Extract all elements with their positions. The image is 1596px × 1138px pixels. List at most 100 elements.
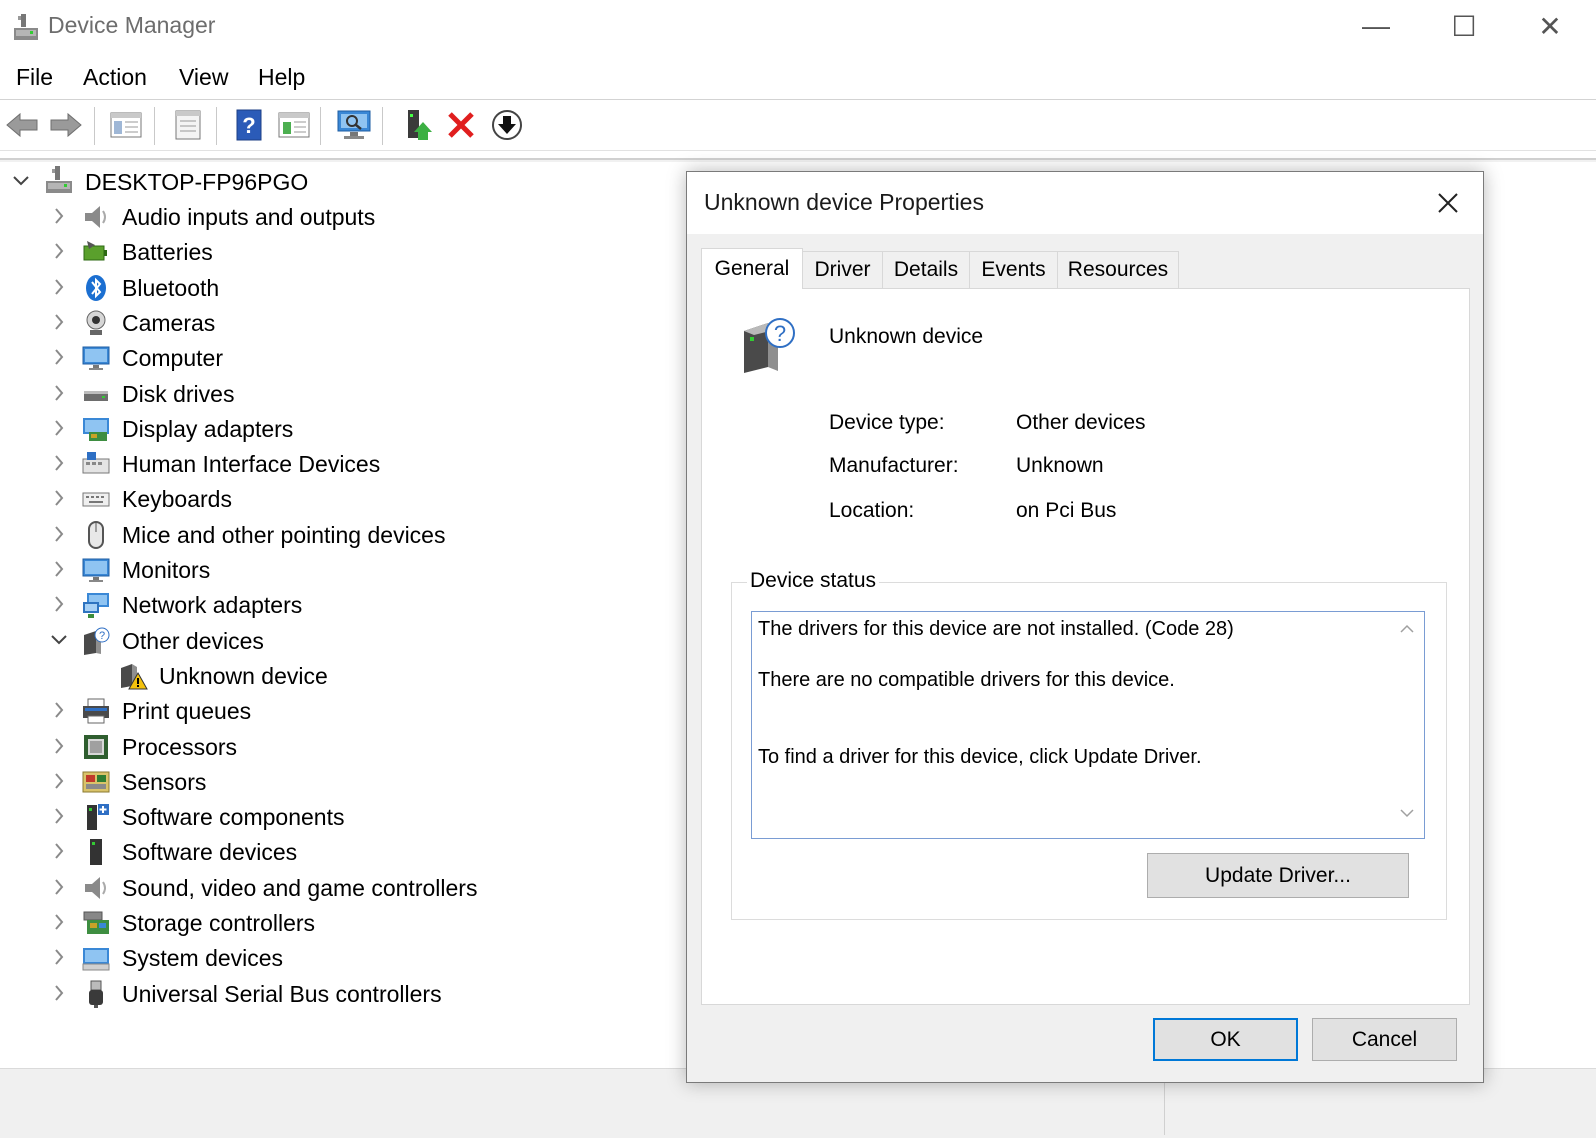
tree-item[interactable]: Mice and other pointing devices: [0, 518, 680, 553]
chevron-right-icon[interactable]: [50, 772, 68, 790]
update-driver-icon: [408, 110, 432, 140]
chevron-right-icon[interactable]: [50, 489, 68, 507]
chevron-down-icon[interactable]: [50, 631, 68, 649]
update-driver-button[interactable]: [396, 106, 436, 144]
tree-item[interactable]: Sound, video and game controllers: [0, 871, 680, 906]
chevron-right-icon[interactable]: [50, 454, 68, 472]
chevron-right-icon[interactable]: [50, 842, 68, 860]
tree-item[interactable]: Sensors: [0, 765, 680, 800]
system-device-icon: [82, 948, 110, 971]
chevron-right-icon[interactable]: [50, 595, 68, 613]
scan-hardware-changes-icon: [337, 110, 371, 139]
tree-item[interactable]: Human Interface Devices: [0, 447, 680, 482]
chevron-right-icon[interactable]: [50, 348, 68, 366]
monitor-icon: [82, 346, 110, 370]
tab-driver[interactable]: Driver: [802, 251, 883, 288]
tree-item[interactable]: ? Other devices: [0, 624, 680, 659]
maximize-button[interactable]: ☐: [1418, 0, 1510, 52]
tree-item[interactable]: Display adapters: [0, 412, 680, 447]
tree-item[interactable]: Storage controllers: [0, 906, 680, 941]
uninstall-device-button[interactable]: [441, 106, 481, 144]
menu-action[interactable]: Action: [83, 64, 147, 91]
status-line: The drivers for this device are not inst…: [758, 618, 1234, 640]
close-button[interactable]: ✕: [1504, 0, 1596, 52]
action-pane-button[interactable]: [274, 106, 314, 144]
tree-item[interactable]: Batteries: [0, 235, 680, 270]
chevron-right-icon[interactable]: [50, 807, 68, 825]
device-status-textbox[interactable]: The drivers for this device are not inst…: [751, 611, 1425, 839]
tree-item-label: Human Interface Devices: [122, 451, 381, 477]
tree-item[interactable]: Universal Serial Bus controllers: [0, 977, 680, 1012]
cancel-button[interactable]: Cancel: [1312, 1018, 1457, 1061]
general-tab-panel: ? Unknown device Device type: Other devi…: [701, 288, 1470, 1005]
help-button[interactable]: ?: [229, 106, 269, 144]
status-line: To find a driver for this device, click …: [758, 746, 1202, 768]
menu-file[interactable]: File: [16, 64, 53, 91]
toolbar-separator: [94, 107, 95, 145]
scan-hardware-changes-button[interactable]: [334, 106, 374, 144]
back-button[interactable]: [2, 106, 42, 144]
tree-item-label: Mice and other pointing devices: [122, 522, 446, 548]
toolbar-separator: [320, 107, 321, 145]
monitor-icon: [82, 558, 110, 582]
tree-item-label: Universal Serial Bus controllers: [122, 981, 442, 1007]
chevron-right-icon[interactable]: [50, 948, 68, 966]
chevron-right-icon[interactable]: [50, 525, 68, 543]
tree-item-label: Sound, video and game controllers: [122, 875, 478, 901]
tree-item[interactable]: Cameras: [0, 306, 680, 341]
dialog-close-button[interactable]: [1427, 182, 1469, 224]
tab-general[interactable]: General: [701, 248, 803, 289]
tree-item[interactable]: Print queues: [0, 694, 680, 729]
tree-item[interactable]: Processors: [0, 730, 680, 765]
menu-help[interactable]: Help: [258, 64, 305, 91]
device-tree[interactable]: DESKTOP-FP96PGO Audio inputs and outputs…: [0, 164, 680, 1060]
chevron-right-icon[interactable]: [50, 313, 68, 331]
scroll-down-icon[interactable]: [1400, 808, 1414, 818]
dialog-title: Unknown device Properties: [704, 189, 984, 215]
scroll-up-icon[interactable]: [1400, 624, 1414, 634]
tree-item[interactable]: Audio inputs and outputs: [0, 200, 680, 235]
chevron-right-icon[interactable]: [50, 737, 68, 755]
maximize-icon: ☐: [1451, 10, 1477, 42]
show-hide-console-tree-button[interactable]: [106, 106, 146, 144]
computer-icon: [46, 166, 72, 193]
minimize-button[interactable]: —: [1330, 0, 1422, 52]
tree-item-label: Audio inputs and outputs: [122, 204, 376, 230]
tree-item[interactable]: Disk drives: [0, 377, 680, 412]
tree-item-label: Keyboards: [122, 486, 232, 512]
chevron-right-icon[interactable]: [50, 984, 68, 1002]
tree-item[interactable]: Software components: [0, 800, 680, 835]
tree-item-label: Software devices: [122, 839, 298, 865]
tree-item[interactable]: Monitors: [0, 553, 680, 588]
tree-item[interactable]: System devices: [0, 941, 680, 976]
tree-root[interactable]: DESKTOP-FP96PGO: [0, 165, 680, 200]
chevron-right-icon[interactable]: [50, 278, 68, 296]
update-driver-button[interactable]: Update Driver...: [1147, 853, 1409, 898]
chevron-right-icon[interactable]: [50, 913, 68, 931]
tree-item[interactable]: Unknown device: [0, 659, 680, 694]
tree-item[interactable]: Computer: [0, 341, 680, 376]
properties-button[interactable]: [168, 106, 208, 144]
tree-item[interactable]: Keyboards: [0, 482, 680, 517]
chevron-right-icon[interactable]: [50, 419, 68, 437]
tab-details[interactable]: Details: [882, 251, 970, 288]
ok-button[interactable]: OK: [1153, 1018, 1298, 1061]
chevron-right-icon[interactable]: [50, 560, 68, 578]
tab-resources[interactable]: Resources: [1057, 251, 1179, 288]
menu-view[interactable]: View: [179, 64, 228, 91]
chevron-right-icon[interactable]: [50, 207, 68, 225]
chevron-right-icon[interactable]: [50, 384, 68, 402]
tab-events[interactable]: Events: [969, 251, 1058, 288]
chevron-down-icon[interactable]: [12, 172, 30, 190]
tree-item[interactable]: Software devices: [0, 835, 680, 870]
tree-item[interactable]: Bluetooth: [0, 271, 680, 306]
chevron-right-icon[interactable]: [50, 701, 68, 719]
chevron-right-icon[interactable]: [50, 242, 68, 260]
tree-item[interactable]: Network adapters: [0, 588, 680, 623]
tree-item-label: Storage controllers: [122, 910, 316, 936]
disable-device-button[interactable]: [487, 106, 527, 144]
dialog-title-bar: Unknown device Properties: [687, 172, 1483, 234]
device-status-legend: Device status: [747, 569, 880, 593]
chevron-right-icon[interactable]: [50, 878, 68, 896]
forward-button[interactable]: [46, 106, 86, 144]
